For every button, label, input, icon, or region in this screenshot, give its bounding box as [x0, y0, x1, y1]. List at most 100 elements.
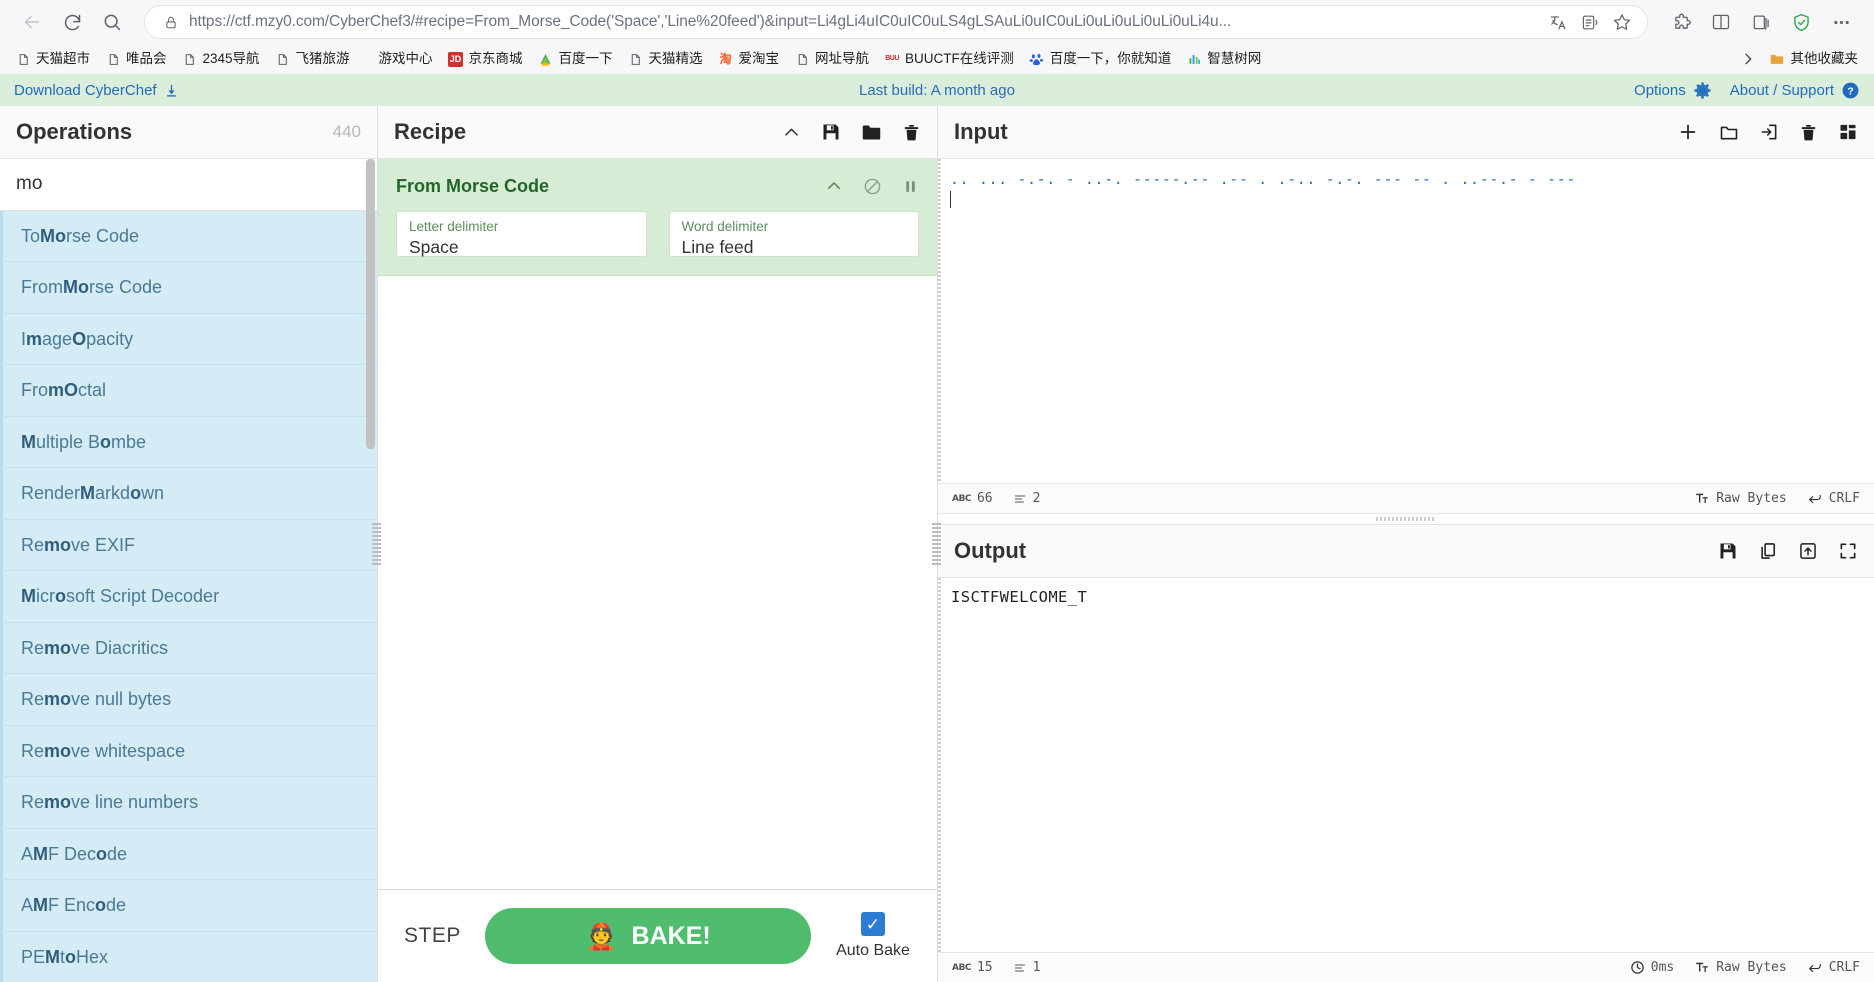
bookmark-item[interactable]: 淘 爱淘宝: [711, 48, 787, 70]
operation-to-morse-code[interactable]: To Mo rse Code: [0, 210, 377, 263]
operation-image-opacity[interactable]: Im age Opacity: [0, 313, 377, 366]
collections-icon[interactable]: [1742, 4, 1780, 40]
bookmark-item[interactable]: 游戏中心: [372, 48, 440, 70]
op-text: age: [42, 328, 73, 349]
download-cyberchef-link[interactable]: Download CyberChef: [14, 82, 179, 99]
operation-remove-whitespace[interactable]: Re mo ve whitespace: [0, 725, 377, 778]
split-screen-icon[interactable]: [1702, 4, 1740, 40]
search-icon[interactable]: [94, 4, 130, 40]
bookmark-item[interactable]: 天猫精选: [621, 48, 710, 70]
text-caret: [950, 191, 951, 208]
tabs-icon[interactable]: [1838, 122, 1858, 142]
back-arrow-icon[interactable]: [14, 4, 50, 40]
chevron-up-icon[interactable]: [825, 177, 843, 195]
open-folder-icon[interactable]: [1719, 122, 1739, 142]
save-icon[interactable]: [1718, 541, 1738, 561]
disable-icon[interactable]: [863, 177, 882, 196]
bookmark-item[interactable]: 百度一下，你就知道: [1022, 48, 1179, 70]
operations-resize-handle[interactable]: [372, 523, 381, 565]
operation-amf-encode[interactable]: AMF Enc o de: [0, 880, 377, 932]
open-file-icon[interactable]: [1759, 122, 1779, 142]
output-eol[interactable]: CRLF: [1807, 960, 1860, 975]
2345-icon: [538, 51, 554, 67]
input-lines: 2: [1013, 491, 1040, 506]
browser-essentials-icon[interactable]: [1782, 4, 1820, 40]
op-text: Fro: [21, 380, 48, 401]
read-aloud-icon[interactable]: [1575, 7, 1605, 37]
input-eol[interactable]: CRLF: [1807, 491, 1860, 506]
other-favorites-button[interactable]: 其他收藏夹: [1761, 48, 1867, 70]
bookmark-item[interactable]: JD 京东商城: [441, 48, 530, 70]
operation-remove-null-bytes[interactable]: Re mo ve null bytes: [0, 674, 377, 726]
more-settings-icon[interactable]: [1822, 4, 1860, 40]
options-label: Options: [1634, 81, 1686, 99]
star-icon[interactable]: [1607, 7, 1637, 37]
bookmark-item[interactable]: 飞猪旅游: [268, 48, 357, 70]
copy-icon[interactable]: [1758, 541, 1778, 561]
options-button[interactable]: Options: [1634, 81, 1712, 100]
abc-icon: ABC: [952, 962, 971, 973]
output-textarea[interactable]: ISCTFWELCOME_T: [938, 578, 1874, 952]
operation-amf-decode[interactable]: AMF Dec o de: [0, 828, 377, 881]
address-bar[interactable]: https://ctf.mzy0.com/CyberChef3/#recipe=…: [144, 5, 1648, 39]
io-splitter[interactable]: [938, 513, 1874, 525]
input-textarea[interactable]: .. ... -.-. - ..-. -----.-- .-- . .-.. -…: [938, 159, 1874, 483]
input-pane: Input .. ... -.-. - ..-. -----.-- .-- . …: [938, 106, 1874, 513]
operation-from-octal[interactable]: Fro m Octal: [0, 365, 377, 417]
save-icon[interactable]: [821, 122, 841, 142]
reload-icon[interactable]: [54, 4, 90, 40]
bake-button[interactable]: 👲 BAKE!: [484, 908, 811, 964]
bookmark-item[interactable]: 天猫超市: [8, 48, 97, 70]
bookmark-item[interactable]: 网址导航: [787, 48, 876, 70]
search-input[interactable]: [0, 158, 377, 210]
bookmark-item[interactable]: 智慧树网: [1179, 48, 1268, 70]
op-text: A: [21, 895, 34, 916]
operation-remove-line-numbers[interactable]: Re mo ve line numbers: [0, 777, 377, 829]
trash-icon[interactable]: [1799, 123, 1818, 142]
operation-multiple-bombe[interactable]: Multiple Bo mbe: [0, 416, 377, 469]
auto-bake-toggle[interactable]: ✓ Auto Bake: [827, 912, 919, 960]
arg-letter-delimiter[interactable]: Letter delimiter Space: [396, 211, 647, 257]
maximise-icon[interactable]: [1838, 541, 1858, 561]
arg-word-delimiter[interactable]: Word delimiter Line feed: [668, 211, 919, 257]
replace-input-icon[interactable]: [1798, 541, 1818, 561]
recipe-resize-handle[interactable]: [932, 523, 941, 565]
plus-icon[interactable]: [1677, 121, 1699, 143]
operation-from-morse-code[interactable]: From Mo rse Code: [0, 262, 377, 314]
operation-pem-to-hex[interactable]: PE M to Hex: [0, 931, 377, 982]
operation-microsoft-script-decoder[interactable]: Micr o soft Script Decoder: [0, 571, 377, 623]
op-text: F Enc: [48, 895, 96, 916]
bookmark-item[interactable]: BUU BUUCTF在线评测: [877, 48, 1021, 70]
input-header: Input: [938, 106, 1874, 159]
input-encoding[interactable]: Raw Bytes: [1694, 491, 1787, 506]
folder-icon[interactable]: [861, 122, 882, 143]
step-button[interactable]: STEP: [396, 918, 469, 954]
chef-icon: 👲: [585, 920, 618, 951]
operation-remove-diacritics[interactable]: Re mo ve Diacritics: [0, 622, 377, 675]
bookmark-label: BUUCTF在线评测: [905, 51, 1014, 66]
bookmark-item[interactable]: 唯品会: [98, 48, 174, 70]
check-icon[interactable]: ✓: [861, 912, 885, 936]
operations-count: 440: [332, 121, 361, 141]
bookmark-item[interactable]: 2345导航: [175, 48, 267, 70]
operation-render-markdown[interactable]: Render Markd o wn: [0, 468, 377, 520]
pause-icon[interactable]: [902, 178, 919, 195]
operations-scrollbar[interactable]: [366, 159, 375, 449]
about-support-button[interactable]: About / Support ?: [1730, 81, 1860, 100]
operations-search[interactable]: [0, 158, 377, 211]
operation-remove-exif[interactable]: Re mo ve EXIF: [0, 519, 377, 572]
op-match: mo: [44, 792, 72, 813]
output-encoding[interactable]: Raw Bytes: [1694, 960, 1787, 975]
chevron-up-icon[interactable]: [782, 123, 801, 142]
output-length-value: 15: [976, 960, 993, 975]
extensions-icon[interactable]: [1662, 4, 1700, 40]
input-content: .. ... -.-. - ..-. -----.-- .-- . .-.. -…: [950, 170, 1576, 188]
bookmark-item[interactable]: 百度一下: [531, 48, 620, 70]
chevron-right-icon[interactable]: [1736, 51, 1760, 67]
recipe-operation-from-morse-code[interactable]: From Morse Code Letter delimiter Space W…: [378, 159, 937, 276]
op-match: M: [21, 586, 36, 607]
trash-icon[interactable]: [902, 123, 921, 142]
translate-icon[interactable]: [1543, 7, 1573, 37]
jd-icon: JD: [448, 51, 464, 67]
arg-label: Letter delimiter: [409, 219, 499, 234]
